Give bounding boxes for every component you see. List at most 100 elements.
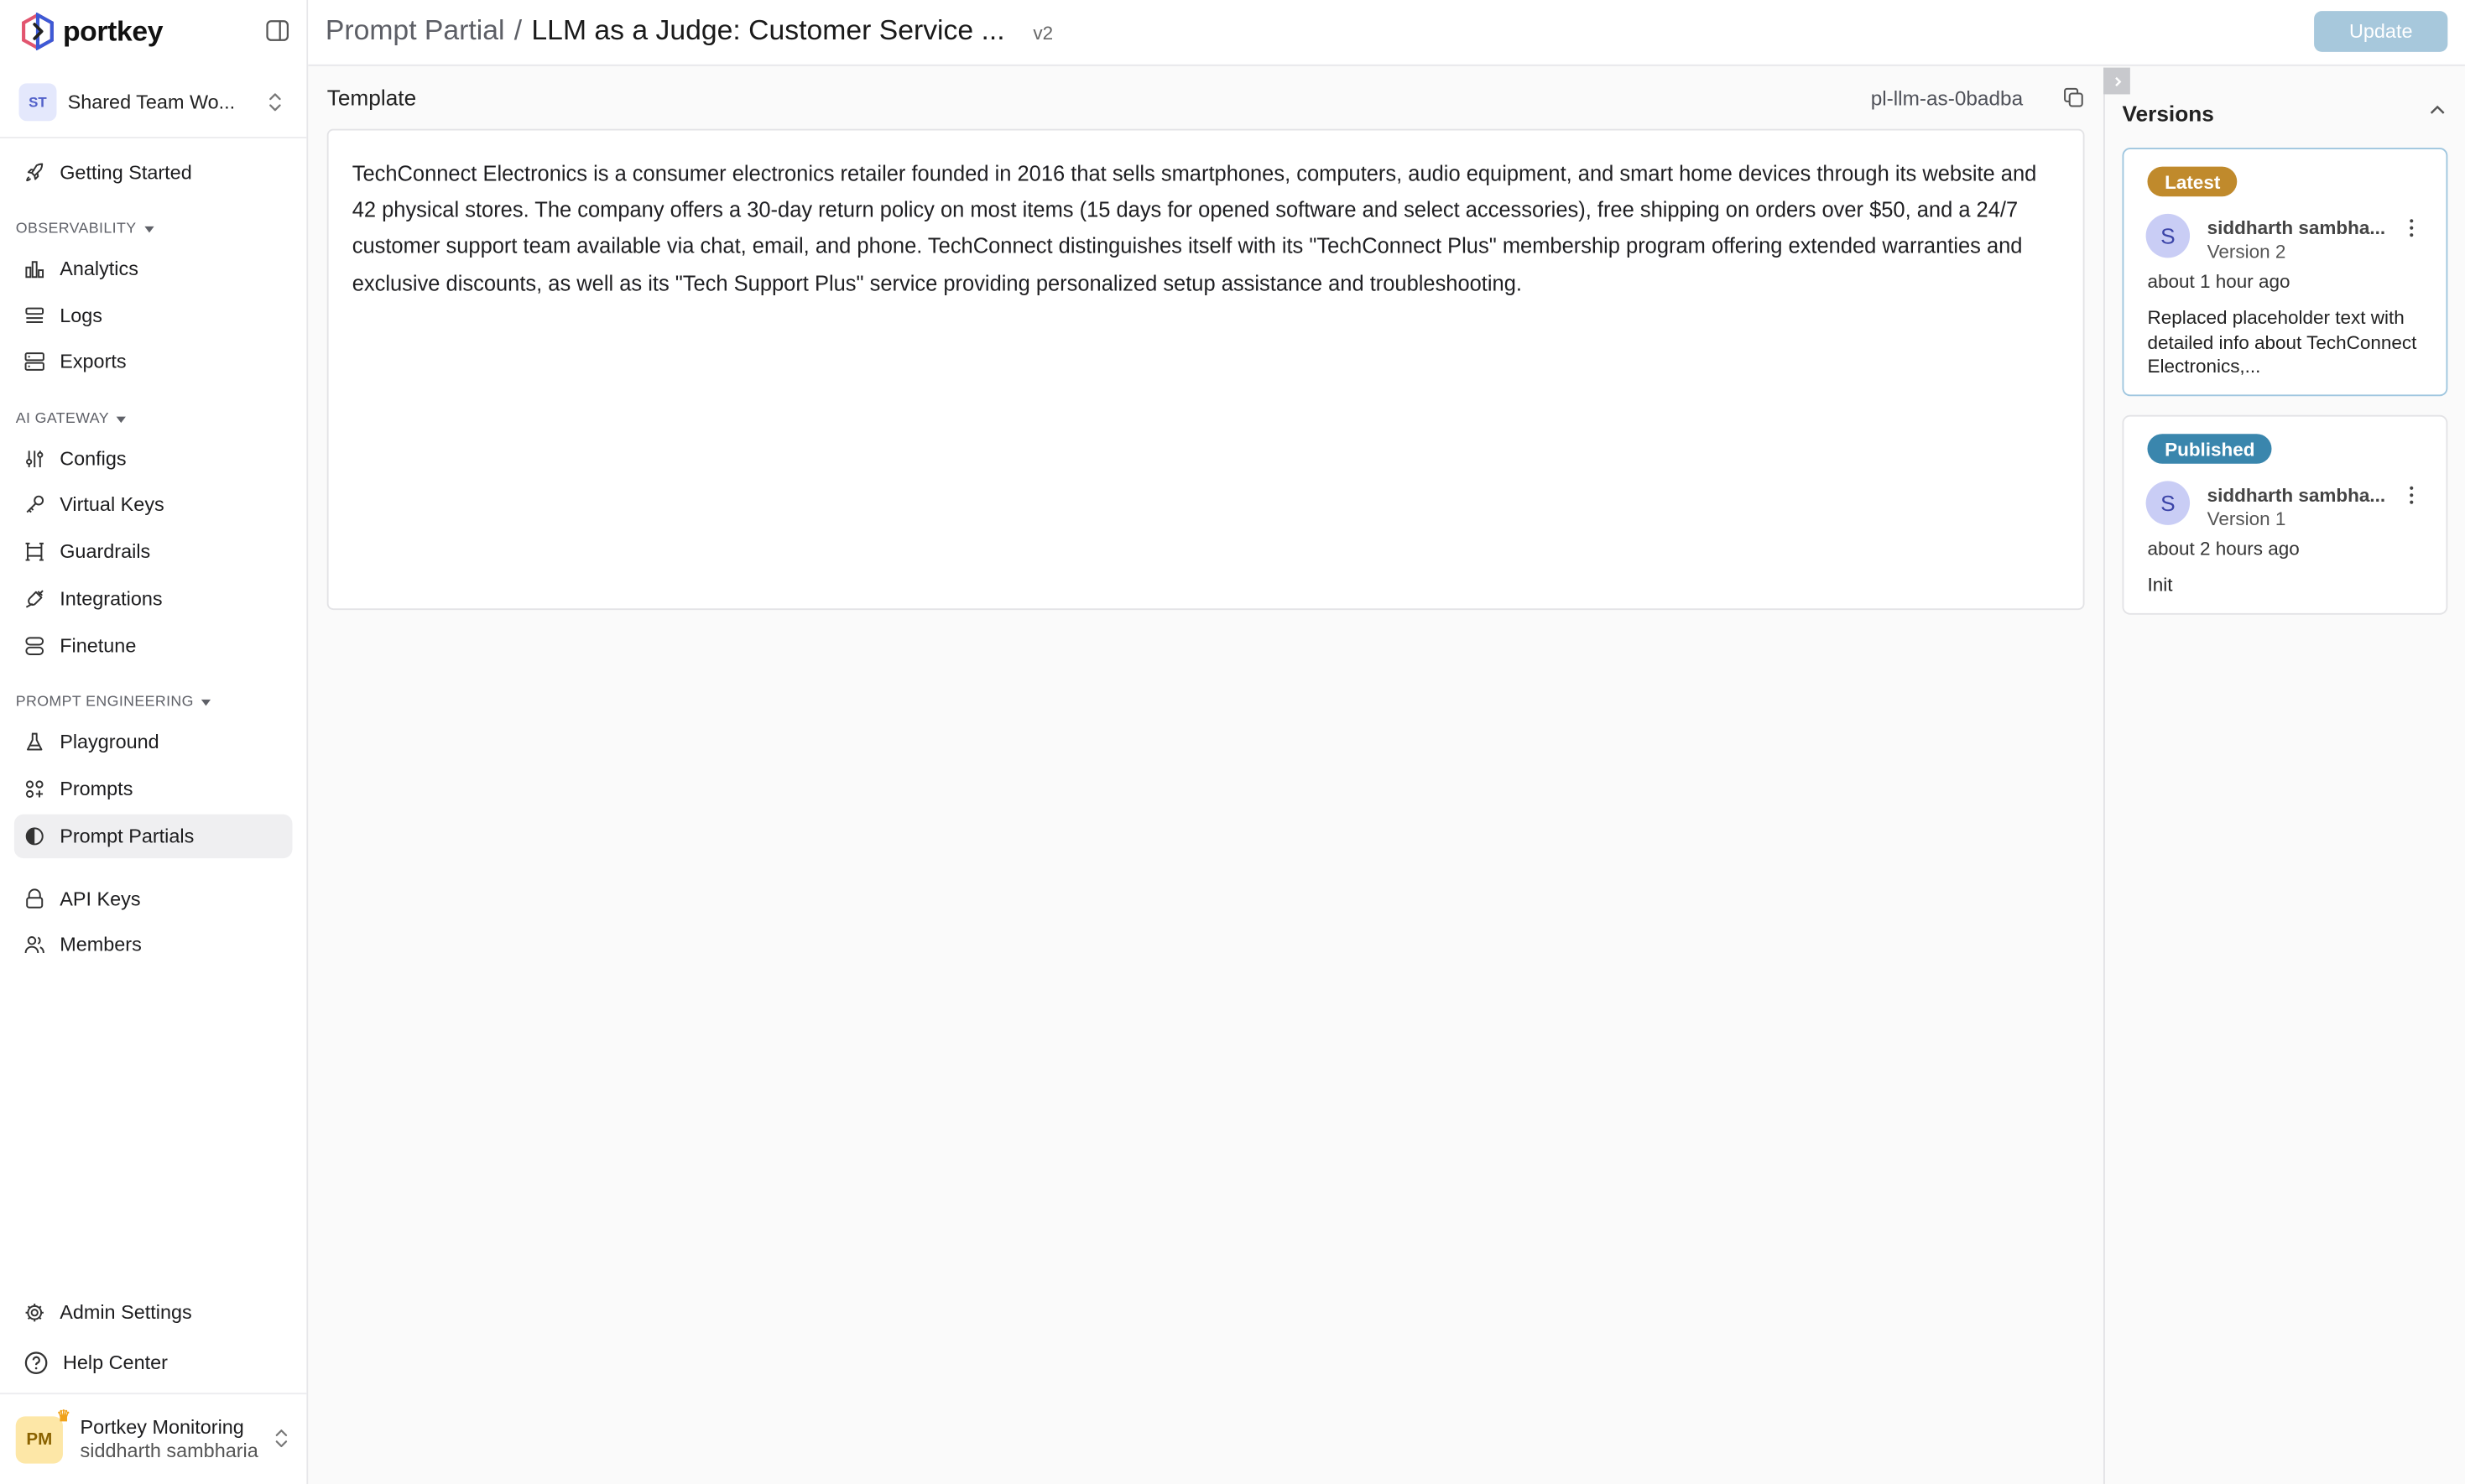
sidebar-item-label: Prompts bbox=[60, 778, 133, 800]
sidebar-item-label: Members bbox=[60, 934, 142, 956]
versions-title: Versions bbox=[2122, 100, 2214, 126]
sidebar-item-playground[interactable]: Playground bbox=[14, 720, 293, 763]
workspace-name: Shared Team Wo... bbox=[67, 91, 236, 113]
user-name: siddharth sambharia bbox=[80, 1440, 258, 1462]
sidebar-item-label: API Keys bbox=[60, 888, 141, 910]
section-title: OBSERVABILITY bbox=[15, 220, 137, 237]
sidebar-item-label: Analytics bbox=[60, 258, 138, 280]
version-card[interactable]: Published S siddharth sambha... Version … bbox=[2122, 414, 2448, 615]
sidebar-item-logs[interactable]: Logs bbox=[14, 294, 293, 337]
chevron-up-down-icon bbox=[269, 93, 281, 112]
sidebar-item-guardrails[interactable]: Guardrails bbox=[14, 530, 293, 574]
portkey-logo[interactable]: portkey bbox=[18, 12, 164, 50]
sliders-icon bbox=[26, 450, 44, 468]
user-switcher[interactable]: PM ♛ Portkey Monitoring siddharth sambha… bbox=[15, 1408, 293, 1468]
sidebar-item-prompts[interactable]: Prompts bbox=[14, 767, 293, 810]
more-vertical-icon[interactable] bbox=[2404, 217, 2420, 239]
sidebar-item-help-center[interactable]: Help Center bbox=[14, 1341, 293, 1384]
prompts-icon bbox=[25, 780, 44, 799]
divider bbox=[0, 1393, 307, 1395]
sidebar-item-analytics[interactable]: Analytics bbox=[14, 247, 293, 290]
layers-icon bbox=[25, 637, 44, 655]
users-icon bbox=[24, 936, 44, 954]
sidebar-item-label: Help Center bbox=[62, 1351, 168, 1374]
chevron-up-icon[interactable] bbox=[2429, 104, 2447, 117]
help-circle-icon bbox=[24, 1351, 48, 1374]
version-label: v2 bbox=[1033, 22, 1054, 44]
flask-icon bbox=[27, 732, 43, 751]
version-number: Version 1 bbox=[2207, 508, 2286, 530]
section-header-prompt-engineering[interactable]: PROMPT ENGINEERING bbox=[16, 693, 211, 711]
caret-down-icon bbox=[143, 225, 154, 232]
avatar: S bbox=[2145, 481, 2191, 525]
section-title: PROMPT ENGINEERING bbox=[15, 693, 194, 711]
sidebar-toggle-icon[interactable] bbox=[266, 18, 289, 42]
sidebar-item-label: Finetune bbox=[60, 635, 137, 658]
crown-icon: ♛ bbox=[56, 1408, 71, 1426]
version-message: Replaced placeholder text with detailed … bbox=[2147, 306, 2417, 378]
half-circle-icon bbox=[25, 827, 44, 846]
page-header: Prompt Partial / LLM as a Judge: Custome… bbox=[308, 0, 2465, 66]
version-message: Init bbox=[2147, 573, 2173, 596]
avatar: S bbox=[2145, 213, 2191, 258]
logs-icon bbox=[25, 307, 44, 324]
copy-icon[interactable] bbox=[2062, 86, 2084, 108]
sidebar-item-label: Configs bbox=[60, 448, 127, 471]
version-author: siddharth sambha... bbox=[2207, 484, 2386, 507]
template-label: Template bbox=[326, 85, 417, 111]
update-button[interactable]: Update bbox=[2314, 11, 2448, 52]
chevron-up-down-icon bbox=[275, 1429, 288, 1448]
rocket-icon bbox=[26, 163, 44, 182]
sidebar-item-label: Exports bbox=[60, 350, 127, 373]
status-badge: Published bbox=[2147, 434, 2273, 464]
partial-id: pl-llm-as-0badba bbox=[1870, 86, 2024, 111]
page-title: LLM as a Judge: Customer Service ... bbox=[531, 13, 1005, 46]
guardrails-icon bbox=[25, 542, 44, 561]
breadcrumb-root-link[interactable]: Prompt Partial bbox=[326, 14, 505, 47]
status-badge: Latest bbox=[2147, 166, 2238, 197]
plug-icon bbox=[25, 590, 44, 608]
sidebar-item-label: Prompt Partials bbox=[60, 825, 195, 848]
sidebar-item-getting-started[interactable]: Getting Started bbox=[14, 151, 293, 195]
divider bbox=[0, 137, 307, 138]
portkey-logo-icon bbox=[22, 12, 54, 50]
avatar: PM ♛ bbox=[15, 1408, 70, 1464]
panel-toggle-button[interactable] bbox=[2103, 67, 2130, 95]
sidebar-item-label: Logs bbox=[60, 305, 102, 327]
section-header-observability[interactable]: OBSERVABILITY bbox=[16, 220, 154, 237]
caret-down-icon bbox=[201, 698, 211, 706]
sidebar-item-label: Getting Started bbox=[60, 162, 192, 185]
key-icon bbox=[26, 495, 44, 513]
workspace-switcher[interactable]: ST Shared Team Wo... bbox=[13, 79, 295, 126]
sidebar-item-admin-settings[interactable]: Admin Settings bbox=[14, 1290, 293, 1334]
api-key-icon bbox=[26, 888, 44, 909]
version-number: Version 2 bbox=[2207, 240, 2286, 263]
chevron-right-icon bbox=[2114, 76, 2121, 86]
server-icon bbox=[24, 352, 44, 371]
sidebar-item-label: Virtual Keys bbox=[60, 493, 164, 516]
sidebar-item-integrations[interactable]: Integrations bbox=[14, 577, 293, 621]
sidebar-item-virtual-keys[interactable]: Virtual Keys bbox=[14, 482, 293, 526]
section-title: AI GATEWAY bbox=[15, 410, 109, 428]
version-time: about 2 hours ago bbox=[2147, 537, 2300, 560]
sidebar-item-finetune[interactable]: Finetune bbox=[14, 624, 293, 668]
sidebar-item-members[interactable]: Members bbox=[14, 923, 293, 966]
logo-text: portkey bbox=[62, 14, 164, 47]
sidebar-item-label: Integrations bbox=[60, 587, 163, 611]
sidebar-item-exports[interactable]: Exports bbox=[14, 340, 293, 383]
avatar-initials: PM bbox=[26, 1430, 53, 1450]
gear-icon bbox=[25, 1304, 44, 1322]
caret-down-icon bbox=[117, 415, 127, 423]
sidebar-item-prompt-partials[interactable]: Prompt Partials bbox=[13, 814, 293, 859]
section-header-ai-gateway[interactable]: AI GATEWAY bbox=[16, 410, 127, 428]
sidebar-item-label: Guardrails bbox=[60, 540, 151, 563]
version-card[interactable]: Latest S siddharth sambha... Version 2 a… bbox=[2122, 148, 2448, 397]
sidebar-item-api-keys[interactable]: API Keys bbox=[14, 877, 293, 921]
workspace-avatar: ST bbox=[18, 83, 57, 122]
bar-chart-icon bbox=[25, 261, 44, 279]
sidebar: portkey ST Shared Team Wo... Getting Sta… bbox=[0, 0, 309, 1484]
sidebar-item-configs[interactable]: Configs bbox=[14, 437, 293, 481]
template-text: TechConnect Electronics is a consumer el… bbox=[352, 162, 2037, 295]
template-editor[interactable]: TechConnect Electronics is a consumer el… bbox=[326, 128, 2085, 611]
more-vertical-icon[interactable] bbox=[2404, 484, 2420, 506]
